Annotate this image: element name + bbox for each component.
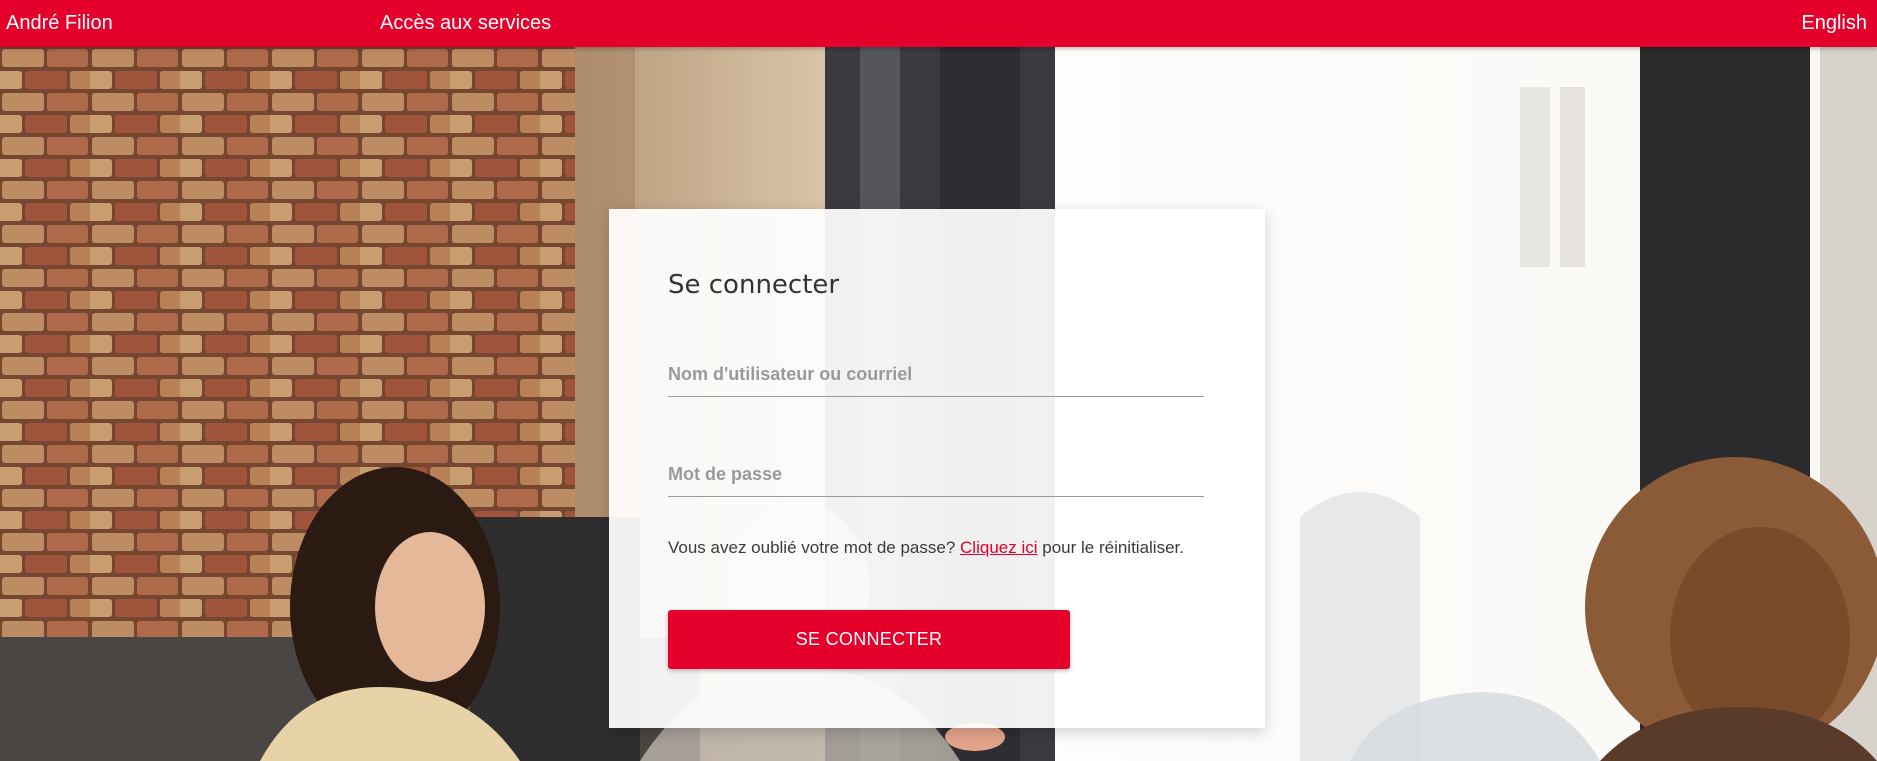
language-toggle-link[interactable]: English <box>1801 11 1867 35</box>
forgot-password-suffix: pour le réinitialiser. <box>1042 538 1184 557</box>
forgot-password-text: Vous avez oublié votre mot de passe? Cli… <box>668 537 1184 559</box>
forgot-password-prefix: Vous avez oublié votre mot de passe? <box>668 538 956 557</box>
services-access-link[interactable]: Accès aux services <box>380 11 551 35</box>
login-title: Se connecter <box>668 270 840 300</box>
password-input[interactable] <box>668 452 1204 497</box>
login-submit-button[interactable]: SE CONNECTER <box>668 610 1070 669</box>
top-nav-bar: André Filion Accès aux services English <box>0 0 1877 47</box>
username-input[interactable] <box>668 352 1204 397</box>
brand-link[interactable]: André Filion <box>6 11 113 35</box>
login-page: André Filion Accès aux services English <box>0 0 1877 761</box>
reset-password-link[interactable]: Cliquez ici <box>960 538 1037 557</box>
login-card: Se connecter Vous avez oublié votre mot … <box>609 209 1265 728</box>
